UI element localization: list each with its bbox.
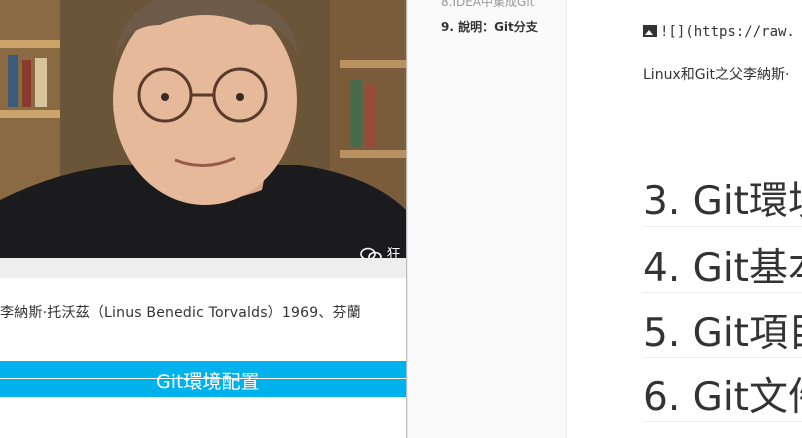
- article-window: 狂 李納斯·托沃茲（Linus Benedic Torvalds）1969、芬蘭…: [0, 0, 406, 438]
- heading-divider: [643, 226, 802, 227]
- heading-git-env[interactable]: 3. Git環境: [643, 182, 802, 221]
- markdown-editor[interactable]: ![](https://raw. Linux和Git之父李納斯· 3. Git環…: [567, 0, 802, 438]
- heading-divider: [643, 357, 802, 358]
- section-banner: Git環境配置: [0, 361, 406, 397]
- heading-git-basic[interactable]: 4. Git基本: [643, 249, 802, 288]
- image-markdown-line[interactable]: ![](https://raw.: [643, 24, 795, 40]
- heading-git-file[interactable]: 6. Git文件: [643, 378, 802, 417]
- heading-divider: [643, 421, 802, 422]
- author-photo: [0, 0, 406, 258]
- image-markdown-text: ![](https://raw.: [660, 24, 795, 40]
- banner-title: Git環境配置: [156, 371, 260, 393]
- heading-git-project[interactable]: 5. Git項目: [643, 314, 802, 353]
- outline-sidebar[interactable]: 8.IDEA中集成Git 9. 說明：Git分支: [408, 0, 567, 438]
- image-icon: [643, 25, 657, 37]
- image-caption-band: [0, 258, 406, 278]
- outline-item-git-branch[interactable]: 9. 說明：Git分支: [441, 18, 538, 35]
- editor-paragraph[interactable]: Linux和Git之父李納斯·: [643, 64, 789, 84]
- outline-item-idea[interactable]: 8.IDEA中集成Git: [441, 0, 534, 10]
- article-paragraph: 李納斯·托沃茲（Linus Benedic Torvalds）1969、芬蘭: [0, 305, 361, 321]
- heading-divider: [643, 292, 802, 293]
